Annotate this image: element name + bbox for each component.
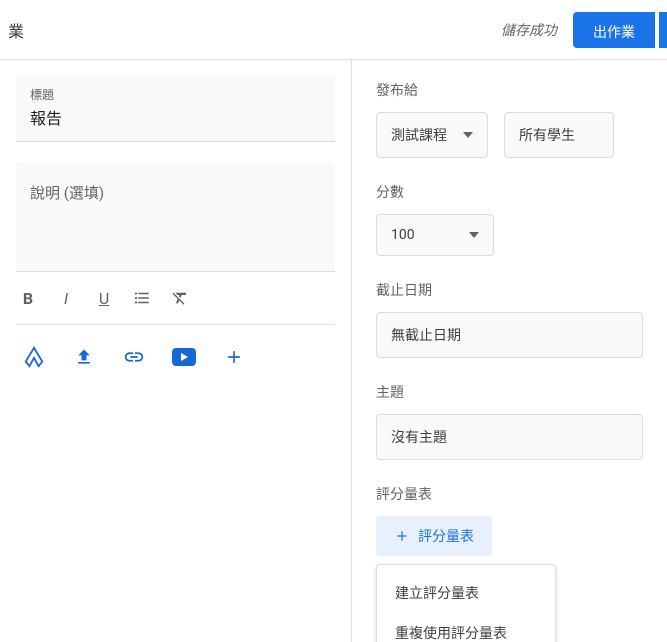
rubric-button[interactable]: 評分量表 — [376, 516, 492, 556]
header-bar: 業 儲存成功 出作業 — [0, 0, 667, 60]
rubric-menu-reuse[interactable]: 重複使用評分量表 — [377, 613, 555, 642]
due-section: 截止日期 無截止日期 — [376, 280, 643, 358]
rubric-menu: 建立評分量表 重複使用評分量表 從試算表匯入 — [376, 564, 556, 642]
due-dropdown[interactable]: 無截止日期 — [376, 312, 643, 358]
assign-dropdown-toggle[interactable] — [659, 12, 667, 48]
header-actions: 儲存成功 出作業 — [501, 12, 667, 48]
list-button[interactable] — [130, 286, 154, 310]
page-type-label: 業 — [8, 18, 24, 42]
rubric-button-label: 評分量表 — [418, 526, 474, 546]
points-label: 分數 — [376, 182, 643, 202]
assign-button[interactable]: 出作業 — [573, 12, 655, 48]
left-panel: 標題 報告 說明 (選填) B I U — [0, 60, 352, 642]
publish-label: 發布給 — [376, 80, 643, 100]
class-dropdown-value: 測試課程 — [391, 125, 447, 145]
description-placeholder: 說明 (選填) — [30, 182, 321, 203]
title-field[interactable]: 標題 報告 — [16, 76, 335, 142]
points-dropdown[interactable]: 100 — [376, 214, 494, 256]
clear-format-button[interactable] — [168, 286, 192, 310]
description-field[interactable]: 說明 (選填) — [16, 162, 335, 272]
points-section: 分數 100 — [376, 182, 643, 256]
bold-button[interactable]: B — [16, 286, 40, 310]
assign-button-group: 出作業 — [573, 12, 667, 48]
points-value: 100 — [391, 227, 415, 243]
title-value: 報告 — [30, 105, 321, 129]
underline-button[interactable]: U — [92, 286, 116, 310]
topic-dropdown[interactable]: 沒有主題 — [376, 414, 643, 460]
topic-label: 主題 — [376, 382, 643, 402]
upload-icon[interactable] — [70, 343, 98, 371]
students-dropdown[interactable]: 所有學生 — [504, 112, 614, 158]
rubric-label: 評分量表 — [376, 484, 643, 504]
chevron-down-icon — [463, 132, 473, 138]
due-value: 無截止日期 — [391, 325, 461, 345]
content-area: 標題 報告 說明 (選填) B I U — [0, 60, 667, 642]
italic-button[interactable]: I — [54, 286, 78, 310]
attach-toolbar — [16, 325, 335, 389]
topic-value: 沒有主題 — [391, 427, 447, 447]
students-dropdown-value: 所有學生 — [519, 125, 575, 145]
plus-icon — [394, 528, 410, 544]
due-label: 截止日期 — [376, 280, 643, 300]
class-dropdown[interactable]: 測試課程 — [376, 112, 488, 158]
topic-section: 主題 沒有主題 — [376, 382, 643, 460]
chevron-down-icon — [469, 232, 479, 238]
drive-icon[interactable] — [20, 343, 48, 371]
youtube-icon[interactable] — [170, 343, 198, 371]
link-icon[interactable] — [120, 343, 148, 371]
save-status: 儲存成功 — [501, 20, 557, 40]
format-toolbar: B I U — [16, 272, 335, 325]
add-icon[interactable] — [220, 343, 248, 371]
right-panel: 發布給 測試課程 所有學生 分數 100 — [352, 60, 667, 642]
title-label: 標題 — [30, 86, 321, 103]
rubric-menu-create[interactable]: 建立評分量表 — [377, 573, 555, 613]
rubric-section: 評分量表 評分量表 建立評分量表 重複使用評分量表 從試算表匯入 — [376, 484, 643, 642]
publish-section: 發布給 測試課程 所有學生 — [376, 80, 643, 158]
